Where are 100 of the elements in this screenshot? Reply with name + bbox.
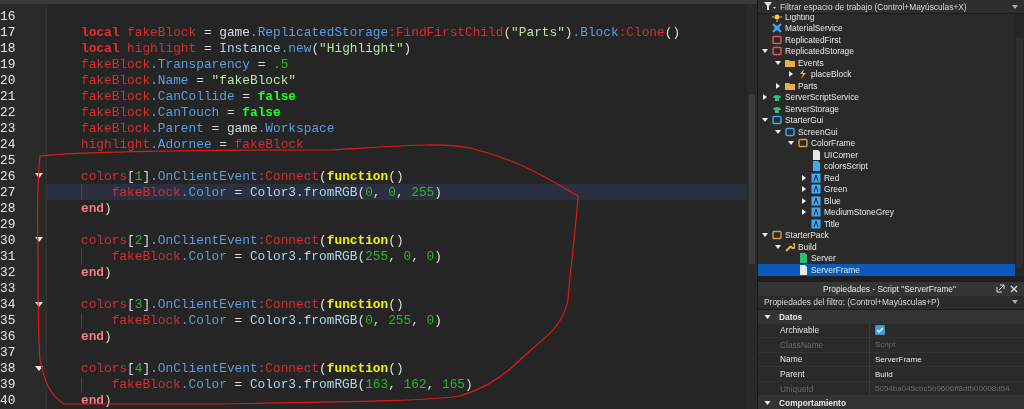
code-line: fakeBlock.Parent = game.Workspace (81, 120, 335, 136)
expand-arrow-icon[interactable] (775, 128, 781, 135)
line-number: 39 (0, 376, 17, 393)
tree-item[interactable]: ColorFrame (758, 137, 1015, 149)
scrollbar[interactable] (1015, 14, 1024, 276)
expand-arrow-icon[interactable] (775, 243, 781, 250)
expand-arrow-icon[interactable] (762, 117, 768, 124)
line-number: 24 (0, 136, 17, 153)
line-number: 33 (0, 280, 17, 297)
code-line: end) (81, 393, 112, 409)
pop-out-icon[interactable] (996, 284, 1005, 293)
scrollbar[interactable] (747, 4, 757, 409)
line-number: 37 (0, 344, 17, 361)
line-number: 28 (0, 200, 17, 217)
expand-arrow-icon[interactable] (775, 82, 781, 89)
sun-icon (772, 14, 782, 22)
expand-arrow-icon[interactable] (762, 232, 768, 239)
line-number: 21 (0, 88, 17, 105)
code-line: end) (81, 265, 112, 280)
expand-arrow-icon[interactable] (801, 197, 807, 204)
property-value[interactable]: ServerFrame (875, 355, 922, 364)
dome-icon (772, 92, 782, 103)
code-line: fakeBlock.CanCollide = false (81, 88, 297, 104)
fold-arrow-icon[interactable] (34, 365, 43, 372)
code-line: fakeBlock.Color = Color3.fromRGB(0, 255, 0) (111, 313, 442, 329)
letter-tile-icon (811, 172, 821, 183)
tree-item[interactable]: UICorner (758, 149, 1015, 161)
code-line: local highlight = Instance.new("Highlight") (81, 40, 412, 56)
tree-item[interactable]: ServerScriptService (758, 91, 1015, 103)
line-number: 26 (0, 168, 17, 185)
section-header[interactable]: Datos (779, 311, 803, 322)
tree-item[interactable]: ScreenGui (758, 126, 1015, 138)
square-icon (772, 46, 782, 57)
tree-item[interactable]: Server (758, 252, 1015, 264)
fold-arrow-icon[interactable] (34, 301, 43, 308)
line-number: 20 (0, 72, 17, 89)
panel-title: Propiedades - Script "ServerFrame" (822, 283, 956, 294)
expand-arrow-icon[interactable] (788, 71, 794, 78)
fold-arrow-icon[interactable] (34, 237, 43, 244)
expand-arrow-icon[interactable] (801, 174, 807, 181)
checkbox[interactable] (875, 325, 885, 336)
expand-arrow-icon[interactable] (801, 209, 807, 216)
expand-arrow-icon[interactable] (762, 94, 768, 101)
line-number: 22 (0, 104, 17, 121)
letter-tile-icon (811, 218, 821, 229)
tree-item[interactable]: Green (758, 183, 1015, 195)
line-number: 36 (0, 328, 17, 345)
expand-arrow-icon[interactable] (764, 313, 771, 320)
tree-item[interactable]: colorsScript (758, 160, 1015, 172)
scrollbar-thumb[interactable] (1016, 38, 1023, 268)
fold-arrow-icon[interactable] (34, 173, 43, 180)
line-number: 16 (0, 8, 17, 25)
expand-arrow-icon[interactable] (764, 400, 771, 407)
tree-item[interactable]: Blue (758, 195, 1015, 207)
selected-tree-item[interactable]: ServerFrame (758, 264, 1015, 276)
tree-item[interactable]: StarterPack (758, 229, 1015, 241)
code-line: fakeBlock.Transparency = .5 (81, 56, 289, 72)
tree-item[interactable]: Lighting (758, 14, 1015, 23)
expand-arrow-icon[interactable] (762, 48, 768, 55)
square-icon (772, 34, 782, 45)
tree-item[interactable]: MediumStoneGrey (758, 206, 1015, 218)
property-name: ClassName (758, 338, 870, 352)
tree-item[interactable]: Red (758, 172, 1015, 184)
letter-tile-icon (811, 207, 821, 218)
tree-item[interactable]: placeBlock (758, 68, 1015, 80)
square-icon (798, 138, 808, 149)
explorer-filter-field[interactable]: Filtrar espacio de trabajo (Control+Mayúsculas+X) (758, 0, 1024, 14)
tree-item[interactable]: Title (758, 218, 1015, 230)
line-number: 25 (0, 152, 17, 169)
property-value[interactable]: Build (875, 369, 893, 379)
tree-item[interactable]: StarterGui (758, 114, 1015, 126)
line-number: 18 (0, 40, 17, 57)
close-icon[interactable] (1010, 284, 1018, 293)
tree-item[interactable]: Parts (758, 80, 1015, 92)
tree-item[interactable]: MaterialService (758, 22, 1015, 34)
code-line: colors[3].OnClientEvent:Connect(function() (81, 297, 404, 313)
tree-item[interactable]: ReplicatedFirst (758, 34, 1015, 46)
line-number: 27 (0, 184, 17, 201)
line-number: 29 (0, 216, 17, 233)
tree-item[interactable]: ReplicatedStorage (758, 45, 1015, 57)
property-name: Archivable (758, 323, 870, 338)
code-line: fakeBlock.Name = "fakeBlock" (81, 72, 297, 88)
code-line: end) (81, 329, 112, 345)
expand-arrow-icon[interactable] (775, 59, 781, 66)
expand-arrow-icon[interactable] (801, 186, 807, 193)
line-number: 32 (0, 264, 17, 281)
code-line: colors[1].OnClientEvent:Connect(function() (81, 168, 404, 184)
tree-item[interactable]: Build (758, 241, 1015, 253)
code-line: colors[4].OnClientEvent:Connect(function() (81, 361, 404, 377)
line-number: 35 (0, 312, 17, 329)
dropdown-arrow-icon (1012, 4, 1018, 9)
page-icon (811, 149, 821, 160)
tree-item[interactable]: Events (758, 57, 1015, 69)
line-number: 19 (0, 56, 17, 73)
code-line: end) (81, 200, 112, 216)
code-line: fakeBlock.Color = Color3.fromRGB(255, 0, 0) (111, 249, 442, 264)
code-line: highlight.Adornee = fakeBlock (81, 136, 304, 152)
tree-item[interactable]: ServerStorage (758, 103, 1015, 115)
property-name: Parent (758, 367, 870, 381)
expand-arrow-icon[interactable] (788, 140, 794, 147)
